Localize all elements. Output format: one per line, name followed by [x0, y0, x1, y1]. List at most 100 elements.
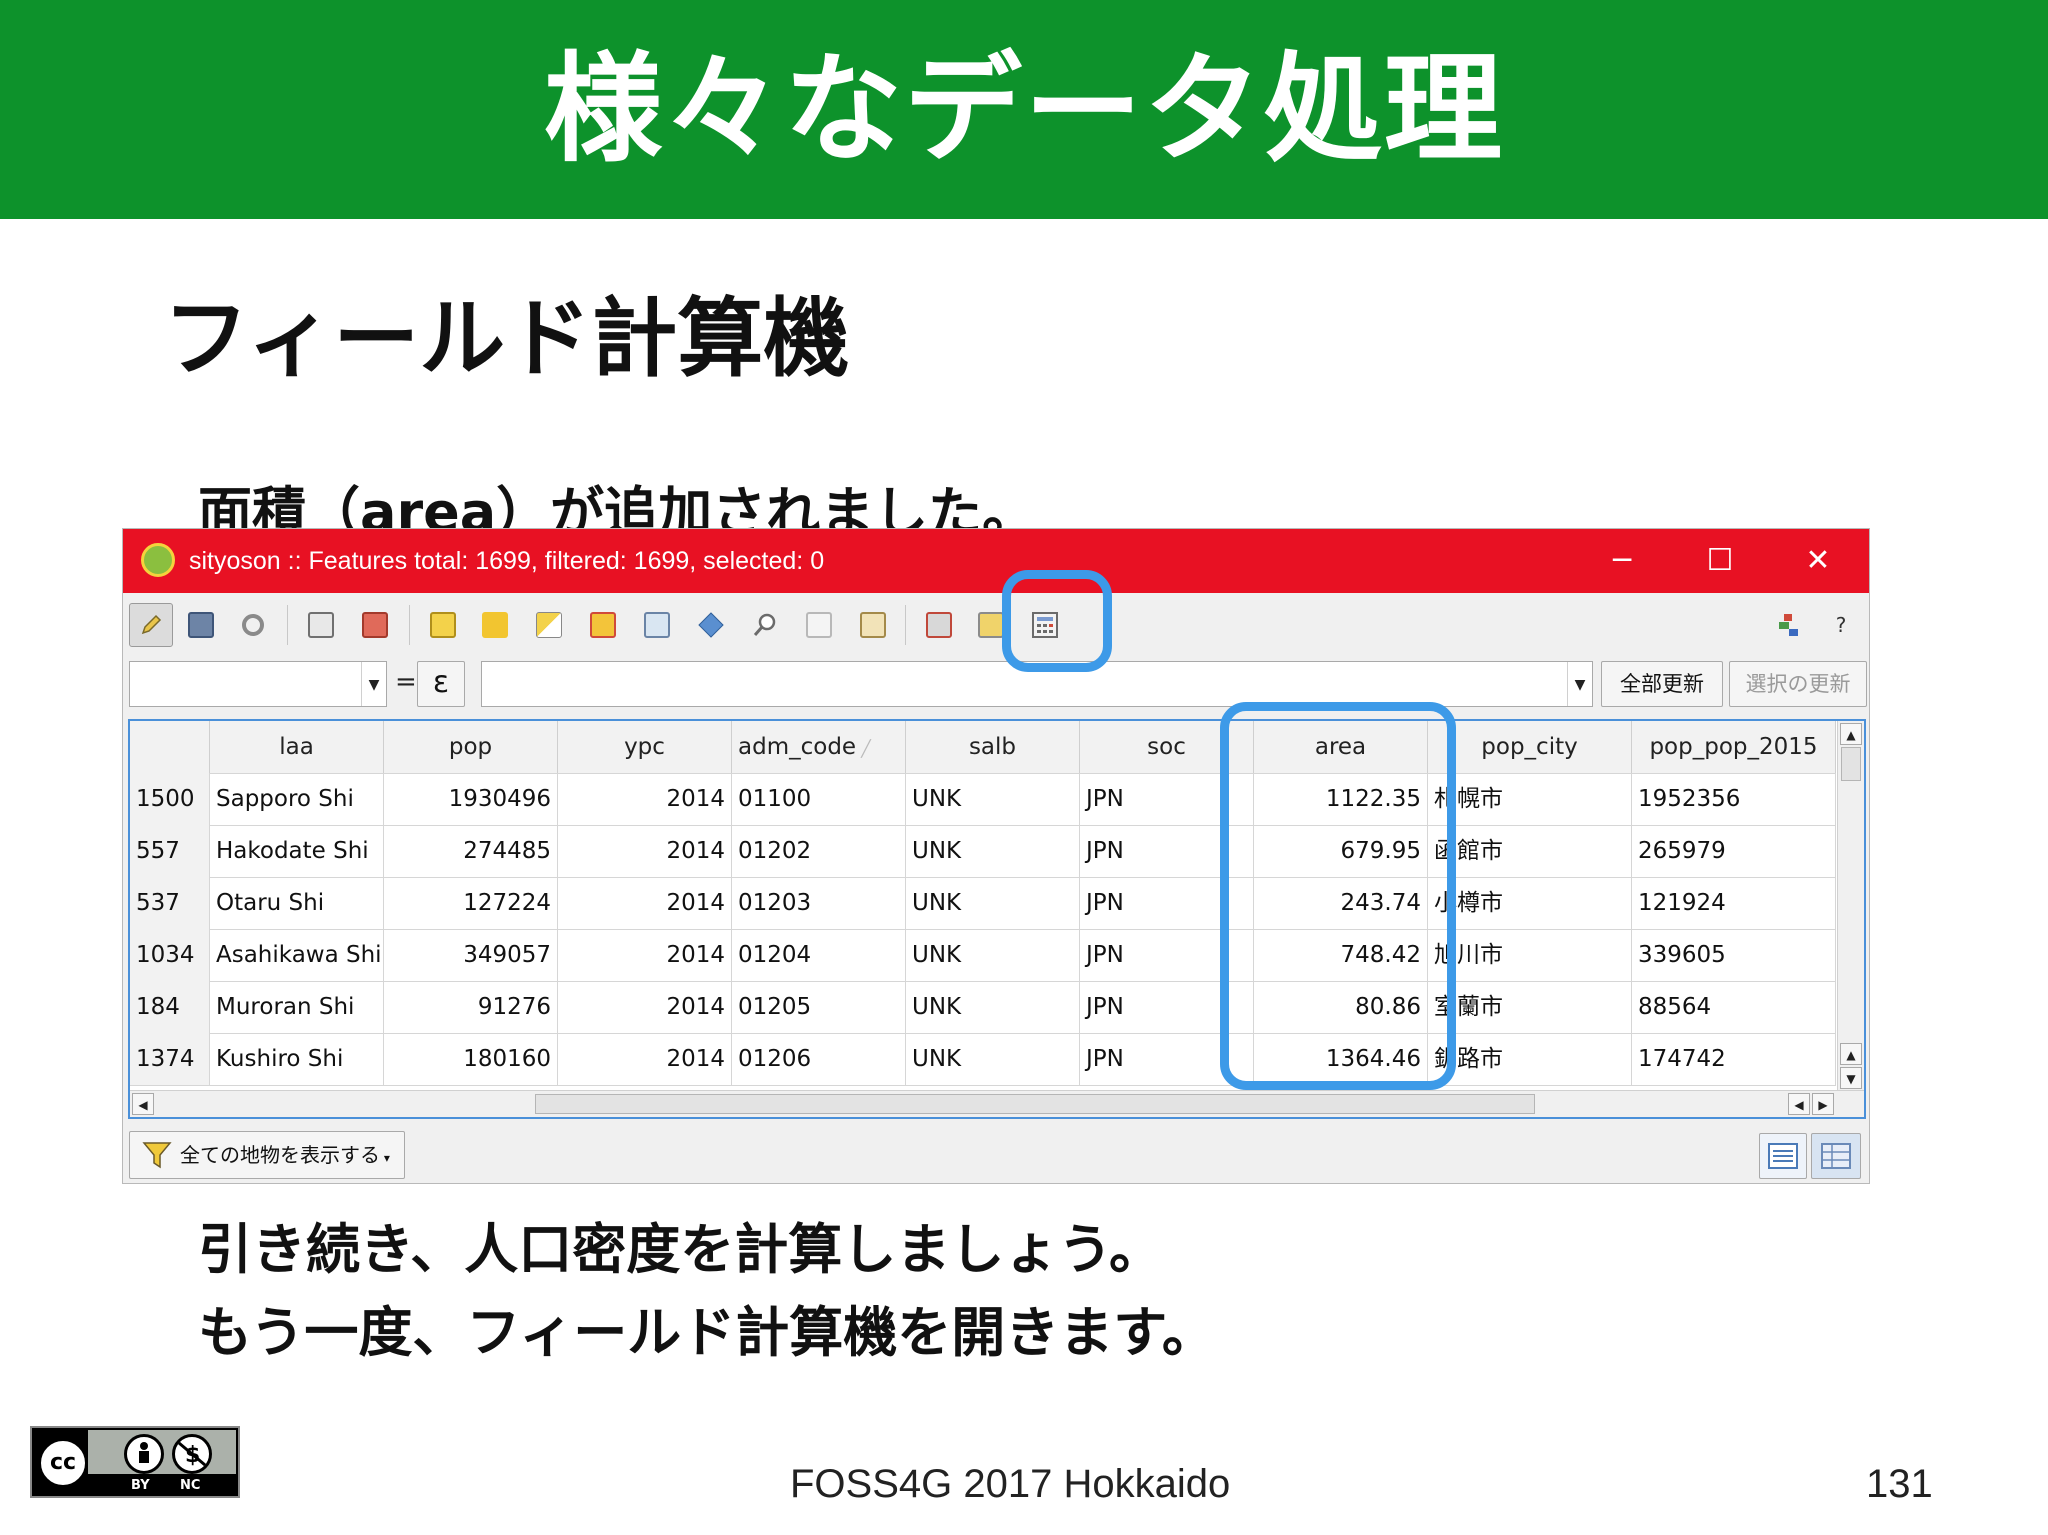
pop-cell[interactable]: 180160 — [384, 1033, 558, 1085]
table-row[interactable]: 184 Muroran Shi 91276 2014 01205 UNK JPN… — [130, 981, 1836, 1034]
close-button[interactable]: ✕ — [1769, 529, 1867, 593]
row-id-cell[interactable]: 184 — [130, 981, 210, 1033]
expression-builder-button[interactable]: ε — [417, 661, 465, 707]
window-titlebar[interactable]: sityoson :: Features total: 1699, filter… — [123, 529, 1869, 593]
pop-city-cell[interactable]: 釧路市 — [1428, 1033, 1632, 1085]
pop-pop-2015-cell[interactable]: 265979 — [1632, 825, 1836, 877]
salb-cell[interactable]: UNK — [906, 773, 1080, 825]
table-view-button[interactable] — [1811, 1133, 1861, 1179]
deselect-icon[interactable] — [581, 603, 625, 647]
scroll-left-icon[interactable]: ◀ — [132, 1093, 154, 1115]
pop-pop-2015-cell[interactable]: 1952356 — [1632, 773, 1836, 825]
row-id-cell[interactable]: 1500 — [130, 773, 210, 825]
scroll-up-icon[interactable]: ▲ — [1840, 1043, 1862, 1065]
copy-icon[interactable] — [797, 603, 841, 647]
expression-select-icon[interactable] — [421, 603, 465, 647]
pop-pop-2015-cell[interactable]: 174742 — [1632, 1033, 1836, 1085]
adm-code-cell[interactable]: 01203 — [732, 877, 906, 929]
column-header-pop[interactable]: pop — [384, 721, 558, 773]
delete-icon[interactable] — [353, 603, 397, 647]
ypc-cell[interactable]: 2014 — [558, 877, 732, 929]
laa-cell[interactable]: Hakodate Shi — [210, 825, 384, 877]
vertical-scroll-thumb[interactable] — [1841, 747, 1861, 781]
column-header-adm-code[interactable]: adm_code ╱ — [732, 721, 906, 773]
pop-cell[interactable]: 91276 — [384, 981, 558, 1033]
pan-to-selection-icon[interactable] — [689, 603, 733, 647]
adm-code-cell[interactable]: 01206 — [732, 1033, 906, 1085]
ypc-cell[interactable]: 2014 — [558, 929, 732, 981]
field-combo[interactable]: ▼ — [129, 661, 387, 707]
pop-cell[interactable]: 127224 — [384, 877, 558, 929]
table-row[interactable]: 557 Hakodate Shi 274485 2014 01202 UNK J… — [130, 825, 1836, 878]
salb-cell[interactable]: UNK — [906, 877, 1080, 929]
laa-cell[interactable]: Asahikawa Shi — [210, 929, 384, 981]
adm-code-cell[interactable]: 01202 — [732, 825, 906, 877]
delete-field-icon[interactable] — [917, 603, 961, 647]
column-header-ypc[interactable]: ypc — [558, 721, 732, 773]
ypc-cell[interactable]: 2014 — [558, 981, 732, 1033]
adm-code-cell[interactable]: 01100 — [732, 773, 906, 825]
maximize-button[interactable]: ☐ — [1671, 529, 1769, 593]
column-header-pop-pop-2015[interactable]: pop_pop_2015 — [1632, 721, 1836, 773]
update-selected-button[interactable]: 選択の更新 — [1729, 661, 1867, 707]
salb-cell[interactable]: UNK — [906, 825, 1080, 877]
ypc-cell[interactable]: 2014 — [558, 1033, 732, 1085]
minimize-button[interactable]: ─ — [1573, 529, 1671, 593]
pop-cell[interactable]: 1930496 — [384, 773, 558, 825]
table-row[interactable]: 1374 Kushiro Shi 180160 2014 01206 UNK J… — [130, 1033, 1836, 1086]
adm-code-cell[interactable]: 01204 — [732, 929, 906, 981]
salb-cell[interactable]: UNK — [906, 1033, 1080, 1085]
ypc-cell[interactable]: 2014 — [558, 825, 732, 877]
row-id-cell[interactable]: 1034 — [130, 929, 210, 981]
scroll-left-icon[interactable]: ◀ — [1788, 1093, 1810, 1115]
pop-city-cell[interactable]: 小樽市 — [1428, 877, 1632, 929]
reload-icon[interactable] — [231, 603, 275, 647]
table-row[interactable]: 1500 Sapporo Shi 1930496 2014 01100 UNK … — [130, 773, 1836, 826]
vertical-scrollbar[interactable]: ▲ ▲ ▼ — [1837, 721, 1864, 1093]
zoom-to-selection-icon[interactable] — [743, 603, 787, 647]
scroll-right-icon[interactable]: ▶ — [1812, 1093, 1834, 1115]
pop-cell[interactable]: 274485 — [384, 825, 558, 877]
update-all-button[interactable]: 全部更新 — [1601, 661, 1723, 707]
scroll-up-icon[interactable]: ▲ — [1840, 723, 1862, 745]
salb-cell[interactable]: UNK — [906, 981, 1080, 1033]
horizontal-scroll-thumb[interactable] — [535, 1094, 1535, 1114]
dock-icon[interactable] — [1767, 603, 1811, 647]
row-id-cell[interactable]: 537 — [130, 877, 210, 929]
paste-icon[interactable] — [851, 603, 895, 647]
salb-cell[interactable]: UNK — [906, 929, 1080, 981]
help-icon[interactable]: ? — [1819, 603, 1863, 647]
laa-cell[interactable]: Sapporo Shi — [210, 773, 384, 825]
table-row[interactable]: 1034 Asahikawa Shi 349057 2014 01204 UNK… — [130, 929, 1836, 982]
adm-code-cell[interactable]: 01205 — [732, 981, 906, 1033]
save-icon[interactable] — [179, 603, 223, 647]
select-all-icon[interactable] — [473, 603, 517, 647]
scroll-down-icon[interactable]: ▼ — [1840, 1067, 1862, 1089]
horizontal-scrollbar[interactable]: ◀ ◀ ▶ — [130, 1090, 1864, 1117]
invert-selection-icon[interactable] — [527, 603, 571, 647]
pop-city-cell[interactable]: 函館市 — [1428, 825, 1632, 877]
pencil-icon[interactable] — [129, 603, 173, 647]
pop-pop-2015-cell[interactable]: 339605 — [1632, 929, 1836, 981]
row-id-cell[interactable]: 1374 — [130, 1033, 210, 1085]
pop-city-cell[interactable]: 旭川市 — [1428, 929, 1632, 981]
laa-cell[interactable]: Otaru Shi — [210, 877, 384, 929]
row-header-corner[interactable] — [130, 721, 210, 773]
move-selection-top-icon[interactable] — [635, 603, 679, 647]
form-view-button[interactable] — [1759, 1133, 1807, 1179]
column-header-pop-city[interactable]: pop_city — [1428, 721, 1632, 773]
laa-cell[interactable]: Kushiro Shi — [210, 1033, 384, 1085]
show-all-features-button[interactable]: 全ての地物を表示する ▾ — [129, 1131, 405, 1179]
pop-city-cell[interactable]: 室蘭市 — [1428, 981, 1632, 1033]
pop-pop-2015-cell[interactable]: 88564 — [1632, 981, 1836, 1033]
row-id-cell[interactable]: 557 — [130, 825, 210, 877]
ypc-cell[interactable]: 2014 — [558, 773, 732, 825]
laa-cell[interactable]: Muroran Shi — [210, 981, 384, 1033]
pop-cell[interactable]: 349057 — [384, 929, 558, 981]
pop-city-cell[interactable]: 札幌市 — [1428, 773, 1632, 825]
column-header-laa[interactable]: laa — [210, 721, 384, 773]
pop-pop-2015-cell[interactable]: 121924 — [1632, 877, 1836, 929]
add-feature-icon[interactable] — [299, 603, 343, 647]
column-header-salb[interactable]: salb — [906, 721, 1080, 773]
table-row[interactable]: 537 Otaru Shi 127224 2014 01203 UNK JPN … — [130, 877, 1836, 930]
